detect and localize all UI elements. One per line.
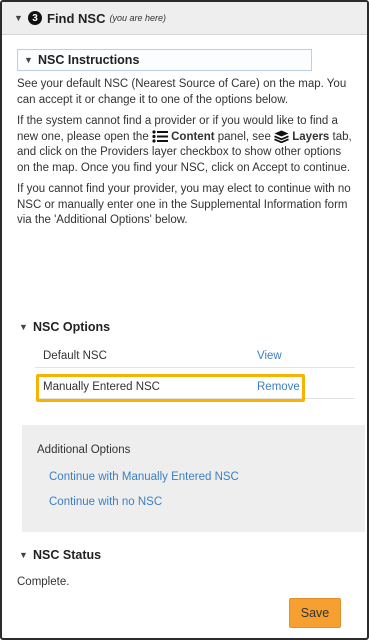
content-panel-label: Content bbox=[171, 130, 215, 143]
list-icon bbox=[152, 130, 168, 143]
you-are-here-label: (you are here) bbox=[109, 13, 167, 23]
collapse-caret-icon: ▼ bbox=[19, 322, 28, 332]
layers-icon bbox=[274, 130, 289, 143]
step-title: Find NSC bbox=[47, 10, 106, 26]
step-number-badge: 3 bbox=[28, 11, 42, 25]
collapse-caret-icon[interactable]: ▼ bbox=[14, 13, 28, 23]
collapse-caret-icon: ▼ bbox=[24, 55, 33, 65]
section-title: NSC Options bbox=[33, 320, 111, 334]
nsc-instructions-header[interactable]: ▼ NSC Instructions bbox=[17, 49, 312, 71]
option-row-default-nsc: Default NSC View bbox=[35, 345, 355, 368]
nsc-options-header[interactable]: ▼ NSC Options bbox=[2, 316, 110, 338]
instructions-text: panel, see bbox=[217, 130, 271, 143]
section-title: NSC Status bbox=[33, 548, 102, 562]
option-row-manual-nsc: Manually Entered NSC Remove bbox=[35, 376, 355, 399]
remove-nsc-link[interactable]: Remove bbox=[257, 381, 300, 393]
option-label: Default NSC bbox=[43, 350, 107, 362]
nsc-panel: ▼ 3 Find NSC (you are here) ▼ NSC Instru… bbox=[0, 0, 369, 640]
step-header[interactable]: ▼ 3 Find NSC (you are here) bbox=[2, 2, 367, 35]
instructions-body: See your default NSC (Nearest Source of … bbox=[2, 77, 367, 229]
additional-options-title: Additional Options bbox=[37, 444, 131, 456]
nsc-status-header[interactable]: ▼ NSC Status bbox=[2, 544, 101, 566]
layers-tab-label: Layers bbox=[292, 130, 330, 143]
collapse-caret-icon: ▼ bbox=[19, 550, 28, 560]
continue-manual-nsc-link[interactable]: Continue with Manually Entered NSC bbox=[49, 471, 239, 483]
continue-no-nsc-link[interactable]: Continue with no NSC bbox=[49, 496, 162, 508]
view-nsc-link[interactable]: View bbox=[257, 350, 282, 362]
instructions-paragraph-1: See your default NSC (Nearest Source of … bbox=[17, 78, 347, 106]
instructions-paragraph-2: If the system cannot find a provider or … bbox=[17, 114, 357, 176]
section-title: NSC Instructions bbox=[38, 53, 140, 67]
additional-options-box: Additional Options Continue with Manuall… bbox=[22, 425, 365, 532]
save-button[interactable]: Save bbox=[289, 598, 341, 628]
status-value: Complete. bbox=[17, 576, 70, 588]
instructions-paragraph-3: If you cannot find your provider, you ma… bbox=[17, 183, 351, 226]
option-label: Manually Entered NSC bbox=[43, 381, 160, 393]
